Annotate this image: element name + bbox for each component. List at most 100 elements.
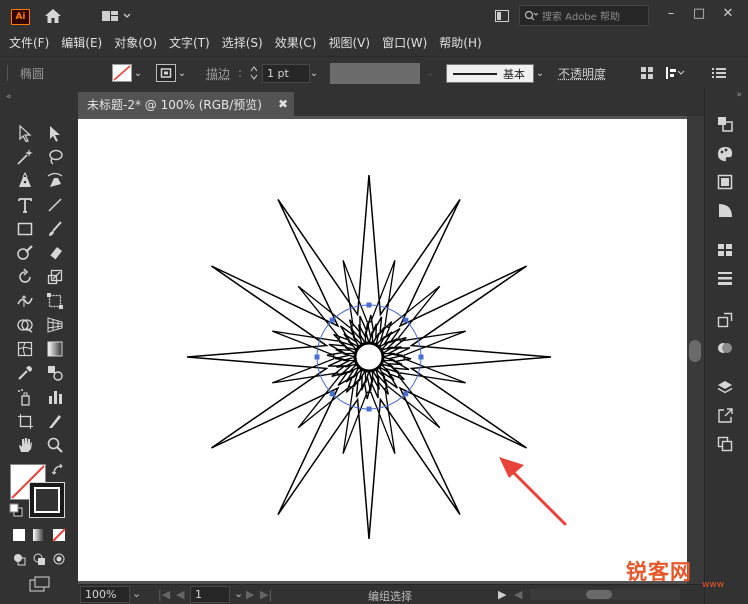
collapse-panel-icon[interactable]: « — [6, 92, 12, 102]
mesh-tool-icon[interactable] — [14, 338, 36, 360]
rotate-tool-icon[interactable] — [14, 266, 36, 288]
type-tool-icon[interactable] — [14, 194, 36, 216]
menu-file[interactable]: 文件(F) — [9, 34, 49, 51]
artboard-tool-icon[interactable] — [14, 410, 36, 432]
stroke-label[interactable]: 描边 — [206, 64, 230, 82]
stroke-weight-field[interactable]: 1 pt — [262, 64, 310, 83]
draw-behind-icon[interactable] — [30, 550, 48, 568]
menu-select[interactable]: 选择(S) — [222, 34, 263, 51]
menu-type[interactable]: 文字(T) — [169, 34, 210, 51]
artboard-dropdown[interactable]: ⌄ — [234, 587, 243, 600]
eyedropper-tool-icon[interactable] — [14, 362, 36, 384]
symbol-sprayer-tool-icon[interactable] — [14, 386, 36, 408]
next-artboard-icon[interactable]: ▶ — [246, 588, 254, 601]
selection-tool-icon[interactable] — [14, 122, 36, 144]
curvature-tool-icon[interactable] — [44, 170, 66, 192]
draw-inside-icon[interactable] — [50, 550, 68, 568]
properties-panel-icon[interactable] — [712, 112, 738, 136]
variable-width-profile[interactable] — [330, 63, 420, 84]
magic-wand-tool-icon[interactable] — [14, 146, 36, 168]
zoom-dropdown[interactable]: ⌄ — [132, 587, 141, 600]
blend-tool-icon[interactable] — [44, 362, 66, 384]
gradient-mode-icon[interactable] — [30, 526, 48, 544]
align-icon[interactable] — [664, 64, 686, 82]
eraser-tool-icon[interactable] — [44, 242, 66, 264]
swatches-panel-icon[interactable] — [712, 170, 738, 194]
workspace-switcher-icon[interactable] — [96, 6, 136, 26]
horizontal-scroll-thumb[interactable] — [586, 590, 612, 599]
shaper-tool-icon[interactable] — [14, 242, 36, 264]
brush-profile-field[interactable]: 基本 — [446, 64, 534, 83]
line-segment-tool-icon[interactable] — [44, 194, 66, 216]
starburst-artwork[interactable] — [78, 119, 687, 581]
gradient-panel-icon[interactable] — [712, 198, 738, 222]
menu-edit[interactable]: 编辑(E) — [61, 34, 102, 51]
width-tool-icon[interactable] — [14, 290, 36, 312]
paintbrush-tool-icon[interactable] — [44, 218, 66, 240]
stroke-swatch[interactable] — [29, 482, 65, 518]
free-transform-tool-icon[interactable] — [44, 290, 66, 312]
panel-menu-icon[interactable] — [712, 64, 726, 82]
maximize-icon[interactable]: □ — [685, 4, 713, 24]
status-menu-icon[interactable]: ▶ — [498, 588, 506, 601]
gradient-tool-icon[interactable] — [44, 338, 66, 360]
artboards-panel-icon[interactable] — [712, 432, 738, 456]
grid-icon[interactable] — [640, 64, 654, 82]
menu-effect[interactable]: 效果(C) — [275, 34, 317, 51]
stroke-stepper-icon[interactable] — [249, 64, 259, 82]
scale-tool-icon[interactable] — [44, 266, 66, 288]
fill-color-swatch[interactable]: ⌄ — [112, 64, 144, 82]
scroll-left-icon[interactable]: ◀ — [514, 588, 522, 601]
home-icon[interactable] — [42, 6, 64, 26]
close-icon[interactable]: ✕ — [714, 4, 742, 24]
lasso-tool-icon[interactable] — [44, 146, 66, 168]
stroke-weight-dropdown[interactable]: ⌄ — [308, 64, 320, 82]
search-input[interactable]: 搜索 Adobe 帮助 — [519, 5, 649, 26]
document-tab[interactable]: 未标题-2* @ 100% (RGB/预览) ✖ — [78, 92, 294, 116]
none-mode-icon[interactable] — [50, 526, 68, 544]
stroke-color-swatch[interactable]: ⌄ — [156, 64, 188, 82]
perspective-grid-tool-icon[interactable] — [44, 314, 66, 336]
close-tab-icon[interactable]: ✖ — [278, 97, 288, 111]
draw-normal-icon[interactable] — [10, 550, 28, 568]
transform-panel-icon[interactable] — [712, 308, 738, 332]
slice-tool-icon[interactable] — [44, 410, 66, 432]
pen-tool-icon[interactable] — [14, 170, 36, 192]
align-panel-icon[interactable] — [712, 238, 738, 262]
artboard[interactable] — [78, 119, 687, 581]
default-fill-stroke-icon[interactable] — [8, 502, 24, 518]
menu-view[interactable]: 视图(V) — [328, 34, 370, 51]
direct-selection-tool-icon[interactable] — [44, 122, 66, 144]
hand-tool-icon[interactable] — [14, 434, 36, 456]
opacity-label[interactable]: 不透明度 — [558, 64, 606, 82]
transparency-panel-icon[interactable] — [712, 336, 738, 360]
chevron-down-icon[interactable]: ⌄ — [176, 68, 188, 79]
vertical-scroll-thumb[interactable] — [689, 340, 701, 362]
zoom-level-field[interactable]: 100% — [80, 586, 130, 603]
profile-dropdown[interactable]: ⌄ — [424, 64, 436, 82]
column-graph-tool-icon[interactable] — [44, 386, 66, 408]
color-panel-icon[interactable] — [712, 142, 738, 166]
minimize-icon[interactable]: – — [657, 4, 685, 24]
zoom-tool-icon[interactable] — [44, 434, 66, 456]
menu-window[interactable]: 窗口(W) — [382, 34, 427, 51]
swap-fill-stroke-icon[interactable] — [50, 462, 66, 478]
layers-panel-icon[interactable] — [712, 376, 738, 400]
export-panel-icon[interactable] — [712, 404, 738, 428]
color-mode-icon[interactable] — [10, 526, 28, 544]
menu-help[interactable]: 帮助(H) — [439, 34, 481, 51]
stroke-panel-icon[interactable] — [712, 266, 738, 290]
document-tab-title: 未标题-2* @ 100% (RGB/预览) — [87, 97, 262, 112]
shape-builder-tool-icon[interactable] — [14, 314, 36, 336]
last-artboard-icon[interactable]: ▶| — [260, 588, 272, 601]
artboard-number-field[interactable]: 1 — [190, 586, 230, 603]
previous-artboard-icon[interactable]: ◀ — [176, 588, 184, 601]
first-artboard-icon[interactable]: |◀ — [158, 588, 170, 601]
arrange-documents-icon[interactable] — [491, 6, 513, 26]
chevron-down-icon[interactable]: ⌄ — [132, 68, 144, 79]
menu-object[interactable]: 对象(O) — [114, 34, 157, 51]
screen-mode-icon[interactable] — [28, 574, 52, 594]
brush-profile-dropdown[interactable]: ⌄ — [534, 64, 546, 82]
expand-panel-icon[interactable]: » — [736, 90, 742, 100]
rectangle-tool-icon[interactable] — [14, 218, 36, 240]
